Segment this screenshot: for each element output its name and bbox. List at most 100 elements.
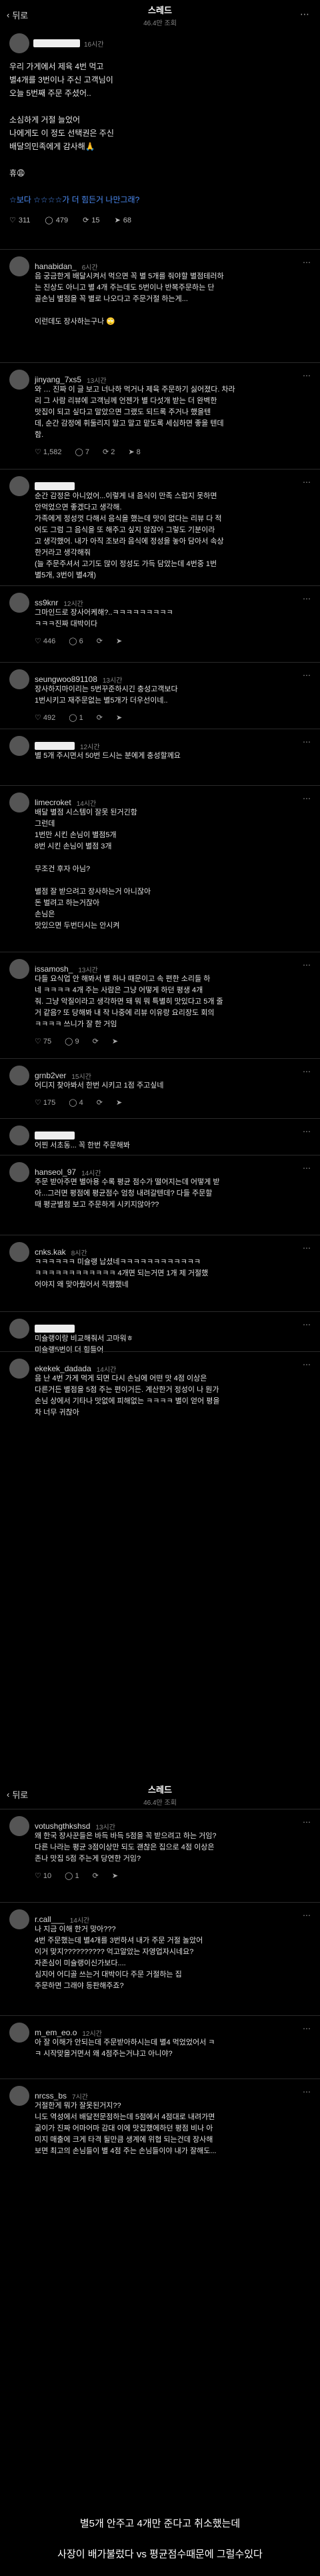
comment-actions: ♡ 446 ◯ 6 ⟳ ➤ [35, 637, 311, 645]
share-button[interactable]: ➤ [112, 1037, 118, 1046]
avatar[interactable] [9, 593, 29, 613]
more-options-icon[interactable]: ⋯ [303, 594, 311, 603]
back-button[interactable]: ‹ 뒤로 [7, 9, 28, 21]
like-button[interactable]: ♡ 1,582 [35, 448, 61, 456]
repost-button[interactable]: ⟳ [97, 1098, 103, 1107]
comment-time: 12시간 [80, 743, 100, 751]
comment-text: 아 잘 이해가 안되는데 주문받아하시는데 별4 먹었었어서 ㅋㅋ 시작맞을거면… [35, 2037, 311, 2060]
more-options-icon[interactable]: ⋯ [303, 1243, 311, 1253]
avatar[interactable] [9, 256, 29, 276]
comment-button[interactable]: ◯ 4 [69, 1098, 83, 1107]
avatar[interactable] [9, 959, 29, 979]
username[interactable]: nrcss_bs [35, 2091, 67, 2100]
repost-button[interactable]: ⟳ [93, 1037, 99, 1046]
more-options-icon[interactable]: ⋯ [303, 1911, 311, 1920]
more-options-icon[interactable]: ⋯ [303, 960, 311, 970]
comment: votushgthkshsd 13시간 ⋯ 왜 한국 장사꾼들은 바득 바득 5점을 … [0, 1809, 320, 1902]
title: 스레드 [148, 5, 172, 15]
comment-button[interactable]: ◯ 6 [69, 637, 83, 645]
username[interactable]: limecroket [35, 798, 71, 807]
avatar[interactable] [9, 669, 29, 689]
more-options-icon[interactable]: ⋯ [303, 1163, 311, 1173]
back-button[interactable]: ‹ 뒤로 [7, 1788, 28, 1801]
username[interactable]: votushgthkshsd [35, 1821, 90, 1831]
top-bar: ‹ 뒤로 스레드 46.4만 조회 ⋯ [0, 0, 320, 29]
more-options-icon[interactable]: ⋯ [303, 1817, 311, 1827]
username[interactable]: hanseol_97 [35, 1167, 76, 1177]
more-options-icon[interactable]: ⋯ [303, 1067, 311, 1076]
share-button[interactable]: ➤ 8 [128, 448, 140, 456]
avatar[interactable] [9, 793, 29, 812]
like-button[interactable]: ♡ 175 [35, 1098, 55, 1107]
heart-icon: ♡ [35, 714, 43, 722]
avatar[interactable] [9, 1066, 29, 1086]
avatar[interactable] [9, 736, 29, 756]
username[interactable]: jinyang_7xs5 [35, 375, 81, 384]
avatar[interactable] [9, 1162, 29, 1182]
options-icon[interactable]: ⋯ [300, 9, 309, 20]
more-options-icon[interactable]: ⋯ [303, 1127, 311, 1136]
comment-icon: ◯ [65, 1872, 75, 1880]
more-options-icon[interactable]: ⋯ [303, 794, 311, 803]
post-line [9, 153, 311, 166]
avatar[interactable] [9, 1359, 29, 1379]
username[interactable]: grnb2ver [35, 1071, 66, 1080]
username[interactable]: ss9knr [35, 598, 58, 607]
comment-button[interactable]: ◯ 1 [65, 1871, 79, 1880]
avatar[interactable] [9, 1816, 29, 1836]
avatar[interactable] [9, 370, 29, 390]
share-button[interactable]: ➤ [116, 713, 122, 722]
more-options-icon[interactable]: ⋯ [303, 258, 311, 267]
like-button[interactable]: ♡ 311 [9, 216, 30, 224]
username[interactable]: ekekek_dadada [35, 1364, 91, 1373]
more-options-icon[interactable]: ⋯ [303, 671, 311, 680]
like-button[interactable]: ♡ 75 [35, 1037, 51, 1046]
comment-button[interactable]: ◯ 1 [69, 713, 83, 722]
username[interactable]: cnks.kak [35, 1247, 66, 1257]
like-button[interactable]: ♡ 492 [35, 713, 55, 722]
like-button[interactable]: ♡ 446 [35, 637, 55, 645]
share-button[interactable]: ➤ [116, 1098, 122, 1107]
avatar[interactable] [9, 1909, 29, 1929]
comment-button[interactable]: ◯ 9 [65, 1037, 79, 1046]
comment-actions: ♡ 492 ◯ 1 ⟳ ➤ [35, 713, 311, 722]
repost-button[interactable]: ⟳ [97, 637, 103, 645]
avatar[interactable] [9, 33, 29, 53]
avatar[interactable] [9, 2086, 29, 2106]
repost-button[interactable]: ⟳ [93, 1871, 99, 1880]
more-options-icon[interactable]: ⋯ [303, 1360, 311, 1369]
share-count: 8 [136, 448, 141, 456]
avatar[interactable] [9, 1319, 29, 1339]
comment-line: 이런데도 장사하는구나 🙄 [35, 318, 116, 326]
comment: grnb2ver 15시간 ⋯ 어디지 찾아봐서 한번 시키고 1점 주고싶네 ♡ 17… [0, 1058, 320, 1118]
comment-time: 14시간 [81, 1169, 101, 1177]
comment-button[interactable]: ◯ 479 [45, 216, 68, 224]
username[interactable]: m_em_eo.o [35, 2028, 77, 2037]
more-options-icon[interactable]: ⋯ [303, 737, 311, 747]
avatar[interactable] [9, 2023, 29, 2043]
share-button[interactable]: ➤ [116, 637, 122, 645]
username[interactable]: r.call___ [35, 1915, 65, 1924]
username[interactable]: hanabidan_ [35, 262, 77, 271]
username[interactable]: seungwoo891108 [35, 675, 97, 684]
comment-line: ㅋㅋㅋㅋㅋㅋ 미슐랭 납셨네ㅋㅋㅋㅋㅋㅋㅋㅋㅋㅋㅋㅋ [35, 1258, 201, 1266]
avatar[interactable] [9, 1242, 29, 1262]
share-button[interactable]: ➤ 68 [115, 216, 131, 224]
more-options-icon[interactable]: ⋯ [303, 478, 311, 487]
more-options-icon[interactable]: ⋯ [303, 371, 311, 380]
username[interactable]: issamosh_ [35, 964, 73, 974]
more-options-icon[interactable]: ⋯ [303, 2087, 311, 2096]
avatar[interactable] [9, 476, 29, 496]
avatar[interactable] [9, 1126, 29, 1145]
repost-button[interactable]: ⟳ 15 [83, 216, 99, 224]
comment-button[interactable]: ◯ 7 [75, 448, 89, 456]
repost-button[interactable]: ⟳ 2 [103, 448, 115, 456]
more-options-icon[interactable]: ⋯ [303, 2024, 311, 2033]
chevron-left-icon: ‹ [7, 1789, 10, 1799]
like-count: 10 [43, 1872, 52, 1880]
more-options-icon[interactable]: ⋯ [303, 1320, 311, 1329]
repost-button[interactable]: ⟳ [97, 713, 103, 722]
comment-line: 8번 시킨 손님이 별점 3개 [35, 842, 112, 850]
like-button[interactable]: ♡ 10 [35, 1871, 51, 1880]
share-button[interactable]: ➤ [112, 1871, 118, 1880]
